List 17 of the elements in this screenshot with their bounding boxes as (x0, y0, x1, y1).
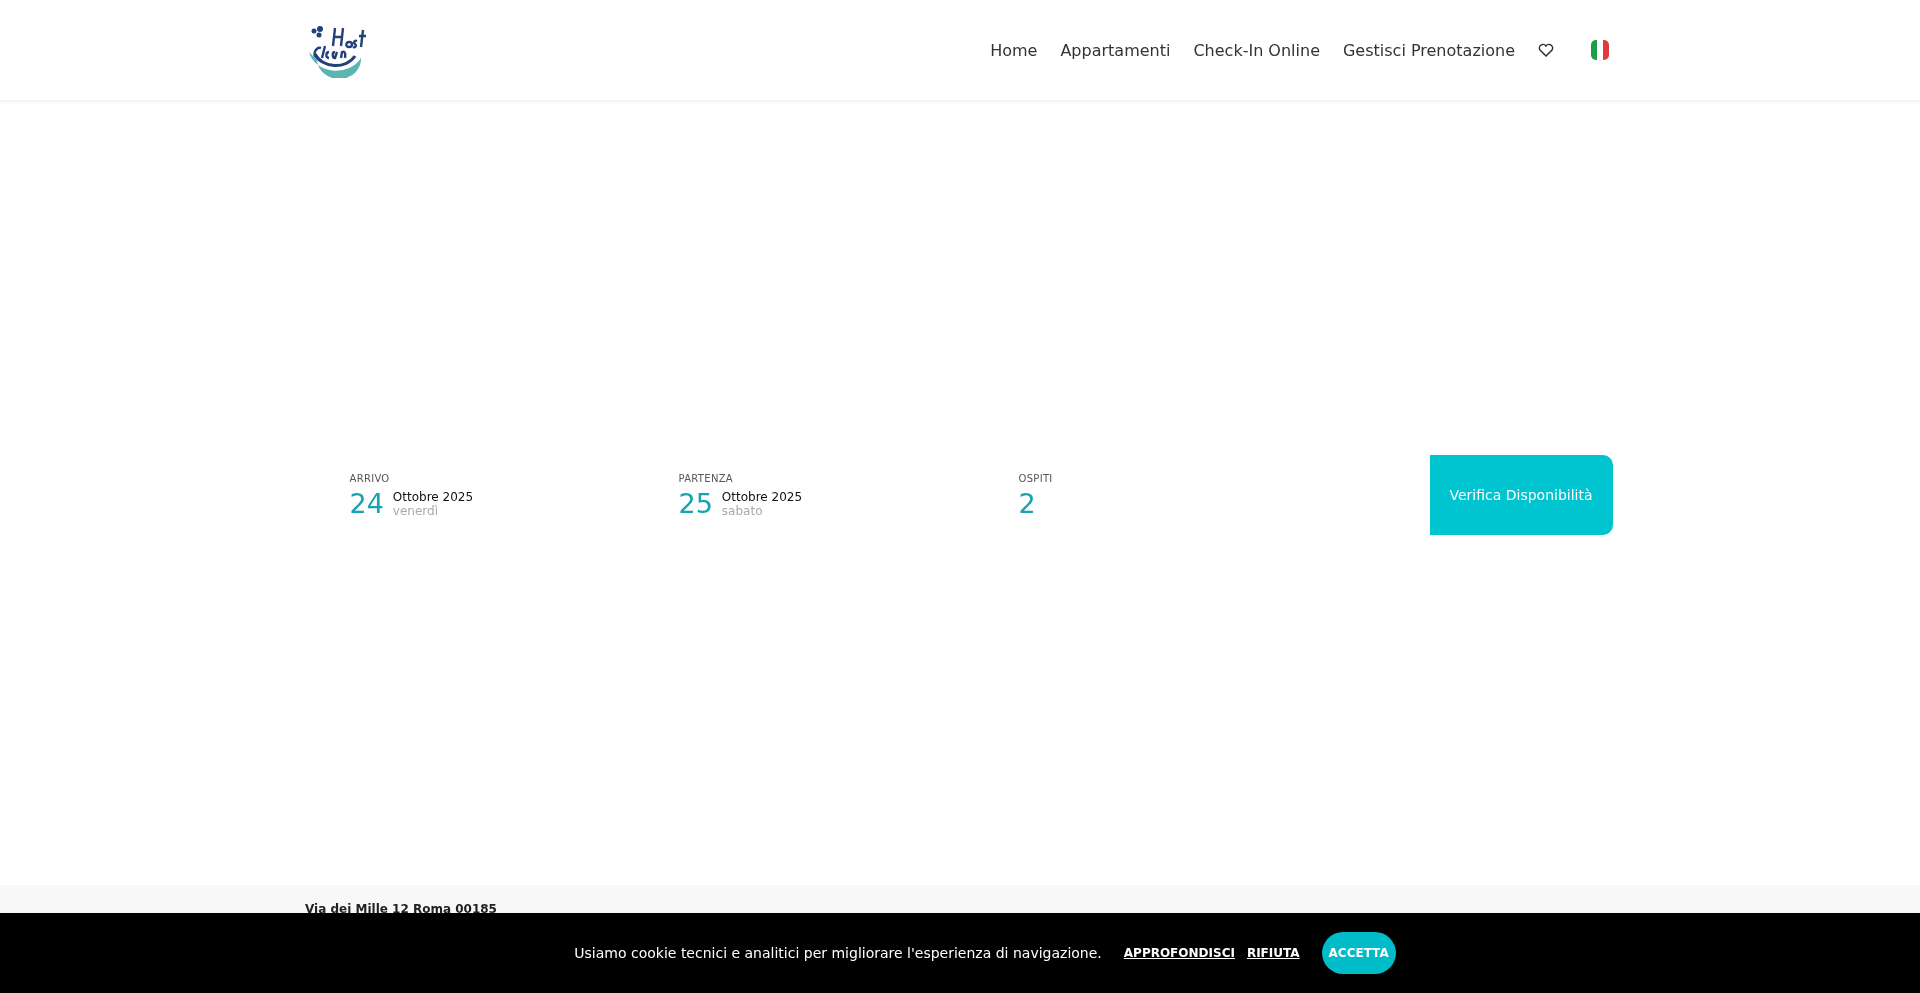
month-year[interactable]: Ottobre 2025 (721, 489, 803, 504)
cookie-message: Usiamo cookie tecnici e analitici per migliorare l'esperienza di navigazione. (574, 945, 1102, 961)
nav-link[interactable]: Appartamenti (1060, 40, 1171, 60)
field-label: OSPITI (1018, 473, 1054, 484)
nav-link[interactable]: Gestisci Prenotazione (1342, 40, 1515, 60)
nav-link[interactable]: Home (990, 40, 1038, 60)
field-label: PARTENZA (678, 472, 734, 484)
weekday: sabato (721, 503, 764, 518)
italian-flag-icon[interactable] (1591, 40, 1609, 60)
field-label: ARRIVO (349, 472, 391, 484)
nav-link[interactable]: Check-In Online (1193, 40, 1320, 60)
month-year[interactable]: Ottobre 2025 (392, 489, 474, 504)
weekday: venerdì (392, 503, 439, 518)
cookie-link[interactable]: RIFIUTA (1246, 946, 1300, 960)
cookie-link[interactable]: APPROFONDISCI (1123, 946, 1235, 960)
address-text: Via dei Mille 12 Roma 00185 (305, 902, 497, 916)
heart-icon[interactable] (1538, 43, 1554, 57)
